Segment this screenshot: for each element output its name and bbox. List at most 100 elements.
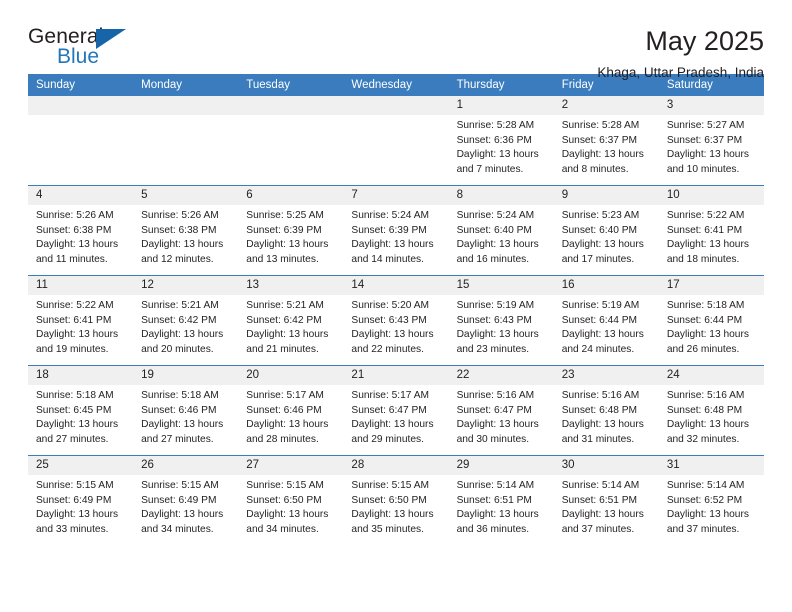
sunrise-time: Sunrise: 5:23 AM xyxy=(561,210,640,221)
daylight-duration-line1: Daylight: 13 hours xyxy=(36,419,119,431)
generalblue-logo[interactable]: General Blue xyxy=(28,26,148,74)
sunrise-time: Sunrise: 5:24 AM xyxy=(351,210,430,221)
daylight-duration-line2: and 12 minutes. xyxy=(141,253,214,265)
calendar-day-cell[interactable]: 16 Sunrise: 5:19 AM Sunset: 6:44 PM Dayligh… xyxy=(553,275,659,366)
sunrise-time: Sunrise: 5:19 AM xyxy=(456,300,535,311)
logo-text-general: General xyxy=(28,25,104,48)
calendar-day-cell[interactable]: 19 Sunrise: 5:18 AM Sunset: 6:46 PM Dayligh… xyxy=(133,365,239,456)
calendar-day-cell[interactable]: 28 Sunrise: 5:15 AM Sunset: 6:50 PM Dayligh… xyxy=(343,455,449,545)
daylight-duration-line1: Daylight: 13 hours xyxy=(561,329,644,341)
daylight-duration-line2: and 27 minutes. xyxy=(141,433,214,445)
calendar-day-cell[interactable]: 31 Sunrise: 5:14 AM Sunset: 6:52 PM Dayligh… xyxy=(658,455,764,545)
day-number: 20 xyxy=(238,366,344,385)
daylight-duration-line1: Daylight: 13 hours xyxy=(666,419,749,431)
day-sun-info: Sunrise: 5:25 AM Sunset: 6:39 PM Daylight:… xyxy=(238,205,343,267)
sunset-time: Sunset: 6:38 PM xyxy=(141,224,217,236)
sunset-time: Sunset: 6:39 PM xyxy=(246,224,322,236)
day-number: 1 xyxy=(448,96,554,115)
sunrise-sunset-calendar: Sunday Monday Tuesday Wednesday Thursday… xyxy=(28,74,764,545)
calendar-day-cell[interactable]: 22 Sunrise: 5:16 AM Sunset: 6:47 PM Dayligh… xyxy=(448,365,554,456)
sunrise-time: Sunrise: 5:28 AM xyxy=(456,120,535,131)
day-sun-info: Sunrise: 5:26 AM Sunset: 6:38 PM Daylight:… xyxy=(133,205,238,267)
daylight-duration-line1: Daylight: 13 hours xyxy=(246,329,329,341)
day-number: 9 xyxy=(553,186,659,205)
calendar-day-cell[interactable]: 2 Sunrise: 5:28 AM Sunset: 6:37 PM Daylight… xyxy=(553,96,659,186)
sunrise-time: Sunrise: 5:18 AM xyxy=(666,300,745,311)
calendar-day-cell[interactable]: 14 Sunrise: 5:20 AM Sunset: 6:43 PM Dayligh… xyxy=(343,275,449,366)
calendar-day-cell[interactable]: 10 Sunrise: 5:22 AM Sunset: 6:41 PM Dayligh… xyxy=(658,185,764,276)
day-number xyxy=(238,96,344,115)
daylight-duration-line1: Daylight: 13 hours xyxy=(36,239,119,251)
sunrise-time: Sunrise: 5:24 AM xyxy=(456,210,535,221)
sunrise-time: Sunrise: 5:22 AM xyxy=(666,210,745,221)
day-number: 13 xyxy=(238,276,344,295)
calendar-day-cell[interactable]: 3 Sunrise: 5:27 AM Sunset: 6:37 PM Daylight… xyxy=(658,96,764,186)
calendar-day-cell[interactable]: 6 Sunrise: 5:25 AM Sunset: 6:39 PM Daylight… xyxy=(238,185,344,276)
day-number: 27 xyxy=(238,456,344,475)
daylight-duration-line1: Daylight: 13 hours xyxy=(246,419,329,431)
calendar-day-cell[interactable]: 15 Sunrise: 5:19 AM Sunset: 6:43 PM Dayligh… xyxy=(448,275,554,366)
daylight-duration-line1: Daylight: 13 hours xyxy=(141,509,224,521)
calendar-day-cell[interactable]: 20 Sunrise: 5:17 AM Sunset: 6:46 PM Dayligh… xyxy=(238,365,344,456)
calendar-day-cell[interactable]: 18 Sunrise: 5:18 AM Sunset: 6:45 PM Dayligh… xyxy=(28,365,134,456)
sunset-time: Sunset: 6:36 PM xyxy=(456,134,532,146)
day-sun-info: Sunrise: 5:26 AM Sunset: 6:38 PM Daylight:… xyxy=(28,205,133,267)
day-number: 8 xyxy=(448,186,554,205)
day-number: 24 xyxy=(658,366,764,385)
calendar-day-cell[interactable]: 13 Sunrise: 5:21 AM Sunset: 6:42 PM Dayligh… xyxy=(238,275,344,366)
calendar-day-cell[interactable]: 21 Sunrise: 5:17 AM Sunset: 6:47 PM Dayligh… xyxy=(343,365,449,456)
day-sun-info: Sunrise: 5:14 AM Sunset: 6:51 PM Daylight:… xyxy=(554,475,659,537)
day-number: 17 xyxy=(658,276,764,295)
sunrise-time: Sunrise: 5:16 AM xyxy=(456,390,535,401)
daylight-duration-line1: Daylight: 13 hours xyxy=(561,239,644,251)
daylight-duration-line1: Daylight: 13 hours xyxy=(246,239,329,251)
day-sun-info: Sunrise: 5:21 AM Sunset: 6:42 PM Daylight:… xyxy=(238,295,343,357)
day-sun-info: Sunrise: 5:14 AM Sunset: 6:51 PM Daylight:… xyxy=(449,475,554,537)
day-number: 31 xyxy=(658,456,764,475)
sunrise-time: Sunrise: 5:17 AM xyxy=(246,390,324,401)
day-number: 22 xyxy=(448,366,554,385)
daylight-duration-line1: Daylight: 13 hours xyxy=(456,419,539,431)
daylight-duration-line2: and 29 minutes. xyxy=(351,433,424,445)
day-number: 19 xyxy=(133,366,239,385)
daylight-duration-line1: Daylight: 13 hours xyxy=(456,509,539,521)
daylight-duration-line1: Daylight: 13 hours xyxy=(351,239,434,251)
day-number: 18 xyxy=(28,366,134,385)
sunrise-time: Sunrise: 5:28 AM xyxy=(561,120,640,131)
calendar-week-row: 25 Sunrise: 5:15 AM Sunset: 6:49 PM Dayligh… xyxy=(28,455,764,545)
daylight-duration-line2: and 33 minutes. xyxy=(36,523,109,535)
calendar-day-cell[interactable]: 29 Sunrise: 5:14 AM Sunset: 6:51 PM Dayligh… xyxy=(448,455,554,545)
calendar-day-cell[interactable]: 30 Sunrise: 5:14 AM Sunset: 6:51 PM Dayligh… xyxy=(553,455,659,545)
weekday-header-wednesday: Wednesday xyxy=(343,74,449,96)
daylight-duration-line2: and 16 minutes. xyxy=(456,253,530,265)
day-sun-info: Sunrise: 5:15 AM Sunset: 6:50 PM Daylight:… xyxy=(238,475,343,537)
daylight-duration-line2: and 22 minutes. xyxy=(351,343,424,355)
calendar-day-cell[interactable]: 1 Sunrise: 5:28 AM Sunset: 6:36 PM Daylight… xyxy=(448,96,554,186)
sunset-time: Sunset: 6:52 PM xyxy=(666,494,743,506)
calendar-day-cell[interactable]: 27 Sunrise: 5:15 AM Sunset: 6:50 PM Dayligh… xyxy=(238,455,344,545)
calendar-day-cell[interactable]: 12 Sunrise: 5:21 AM Sunset: 6:42 PM Dayligh… xyxy=(133,275,239,366)
logo-triangle-icon xyxy=(96,29,126,49)
calendar-day-cell[interactable]: 25 Sunrise: 5:15 AM Sunset: 6:49 PM Dayligh… xyxy=(28,455,134,545)
calendar-day-cell[interactable]: 17 Sunrise: 5:18 AM Sunset: 6:44 PM Dayligh… xyxy=(658,275,764,366)
calendar-day-cell[interactable]: 11 Sunrise: 5:22 AM Sunset: 6:41 PM Dayligh… xyxy=(28,275,134,366)
calendar-day-cell-empty xyxy=(343,96,449,186)
sunset-time: Sunset: 6:44 PM xyxy=(561,314,638,326)
sunrise-time: Sunrise: 5:15 AM xyxy=(141,480,219,491)
sunrise-time: Sunrise: 5:21 AM xyxy=(141,300,219,311)
day-sun-info: Sunrise: 5:19 AM Sunset: 6:44 PM Daylight:… xyxy=(554,295,659,357)
calendar-day-cell[interactable]: 9 Sunrise: 5:23 AM Sunset: 6:40 PM Daylight… xyxy=(553,185,659,276)
calendar-day-cell[interactable]: 7 Sunrise: 5:24 AM Sunset: 6:39 PM Daylight… xyxy=(343,185,449,276)
sunrise-time: Sunrise: 5:20 AM xyxy=(351,300,430,311)
calendar-day-cell[interactable]: 23 Sunrise: 5:16 AM Sunset: 6:48 PM Dayligh… xyxy=(553,365,659,456)
calendar-day-cell[interactable]: 8 Sunrise: 5:24 AM Sunset: 6:40 PM Daylight… xyxy=(448,185,554,276)
calendar-day-cell[interactable]: 4 Sunrise: 5:26 AM Sunset: 6:38 PM Daylight… xyxy=(28,185,134,276)
calendar-day-cell[interactable]: 24 Sunrise: 5:16 AM Sunset: 6:48 PM Dayligh… xyxy=(658,365,764,456)
calendar-day-cell[interactable]: 26 Sunrise: 5:15 AM Sunset: 6:49 PM Dayligh… xyxy=(133,455,239,545)
day-sun-info: Sunrise: 5:27 AM Sunset: 6:37 PM Daylight:… xyxy=(659,115,764,177)
day-sun-info: Sunrise: 5:16 AM Sunset: 6:47 PM Daylight:… xyxy=(449,385,554,447)
daylight-duration-line2: and 8 minutes. xyxy=(561,163,629,175)
calendar-day-cell[interactable]: 5 Sunrise: 5:26 AM Sunset: 6:38 PM Daylight… xyxy=(133,185,239,276)
sunset-time: Sunset: 6:43 PM xyxy=(456,314,532,326)
sunrise-time: Sunrise: 5:16 AM xyxy=(561,390,640,401)
